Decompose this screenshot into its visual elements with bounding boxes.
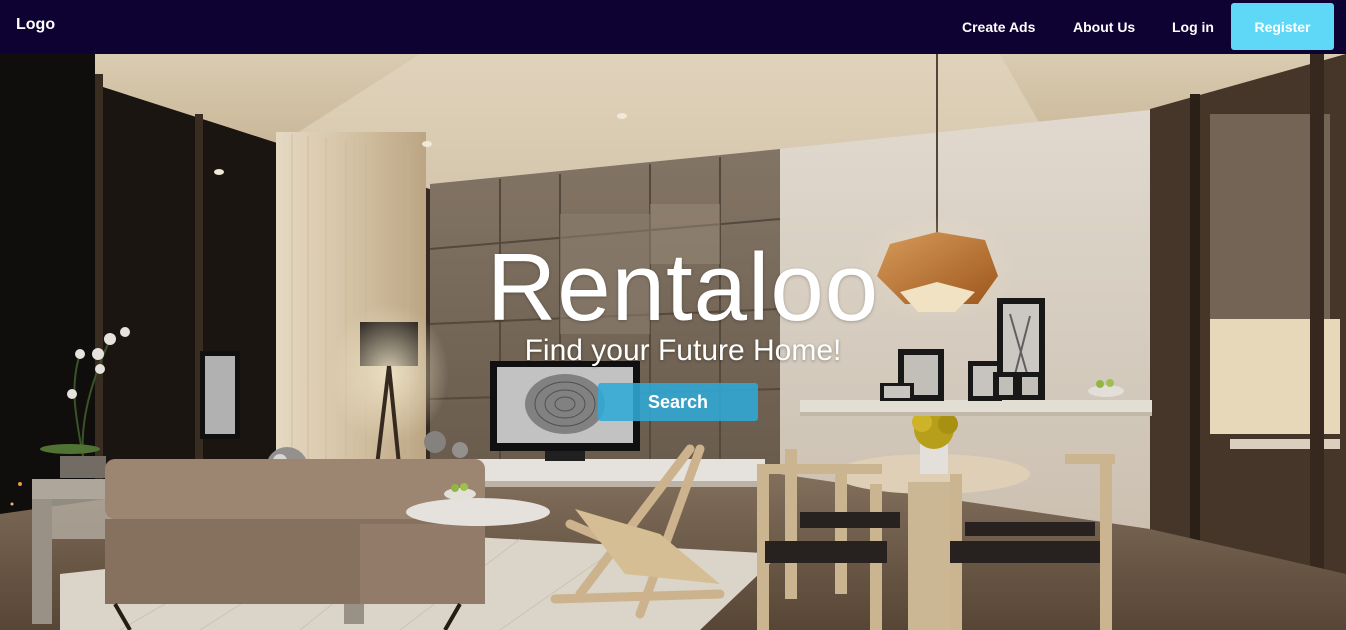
nav-log-in-link[interactable]: Log in [1172,19,1214,35]
nav-about-us-link[interactable]: About Us [1073,19,1135,35]
nav-create-ads-link[interactable]: Create Ads [962,19,1035,35]
search-button[interactable]: Search [598,383,758,421]
hero-title: Rentaloo [486,234,880,341]
top-navbar: Logo Create Ads About Us Log in Register [0,0,1346,54]
logo[interactable]: Logo [16,16,55,34]
hero-section: Rentaloo Find your Future Home! Search [0,54,1346,630]
register-button[interactable]: Register [1231,3,1334,50]
hero-subtitle: Find your Future Home! [524,334,842,367]
